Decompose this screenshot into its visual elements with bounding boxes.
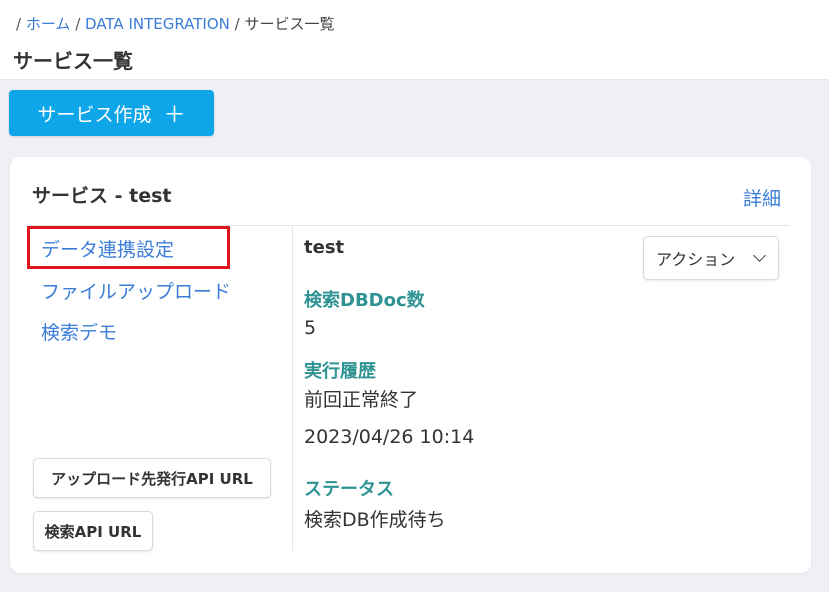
search-api-url-button[interactable]: 検索API URL: [33, 511, 153, 551]
action-dropdown-label: アクション: [656, 250, 736, 269]
breadcrumb-home-link[interactable]: ホーム: [26, 15, 71, 33]
chevron-down-icon: [753, 249, 766, 262]
service-card: サービス - test 詳細 データ連携設定 ファイルアップロード 検索デモ ア…: [10, 157, 811, 573]
page-header: / ホーム / DATA INTEGRATION / サービス一覧 サービス一覧: [0, 0, 829, 79]
breadcrumb-separator: /: [234, 15, 240, 33]
breadcrumb-current: サービス一覧: [244, 15, 335, 33]
create-service-button[interactable]: サービス作成 ＋: [9, 90, 214, 136]
status-value: 検索DB作成待ち: [304, 509, 446, 531]
action-dropdown[interactable]: アクション: [643, 236, 779, 280]
plus-icon: ＋: [163, 103, 186, 128]
breadcrumb-separator: /: [75, 15, 81, 33]
search-demo-link[interactable]: 検索デモ: [41, 318, 117, 345]
breadcrumb: / ホーム / DATA INTEGRATION / サービス一覧: [16, 13, 335, 34]
history-label: 実行履歴: [304, 361, 376, 382]
file-upload-link[interactable]: ファイルアップロード: [41, 277, 231, 304]
service-name: test: [304, 237, 345, 258]
detail-link[interactable]: 詳細: [743, 184, 781, 211]
upload-api-url-button[interactable]: アップロード先発行API URL: [33, 458, 271, 498]
column-divider: [292, 226, 293, 551]
history-value: 前回正常終了: [304, 389, 419, 411]
doc-count-label: 検索DBDoc数: [304, 290, 425, 311]
data-link-settings-link[interactable]: データ連携設定: [41, 235, 174, 262]
doc-count-value: 5: [304, 317, 317, 339]
history-timestamp: 2023/04/26 10:14: [304, 426, 475, 448]
service-card-title: サービス - test: [32, 185, 172, 207]
page-title: サービス一覧: [13, 49, 133, 73]
status-label: ステータス: [304, 479, 394, 500]
breadcrumb-separator: /: [16, 15, 22, 33]
breadcrumb-data-integration-link[interactable]: DATA INTEGRATION: [85, 15, 230, 33]
create-service-label: サービス作成: [37, 103, 152, 126]
